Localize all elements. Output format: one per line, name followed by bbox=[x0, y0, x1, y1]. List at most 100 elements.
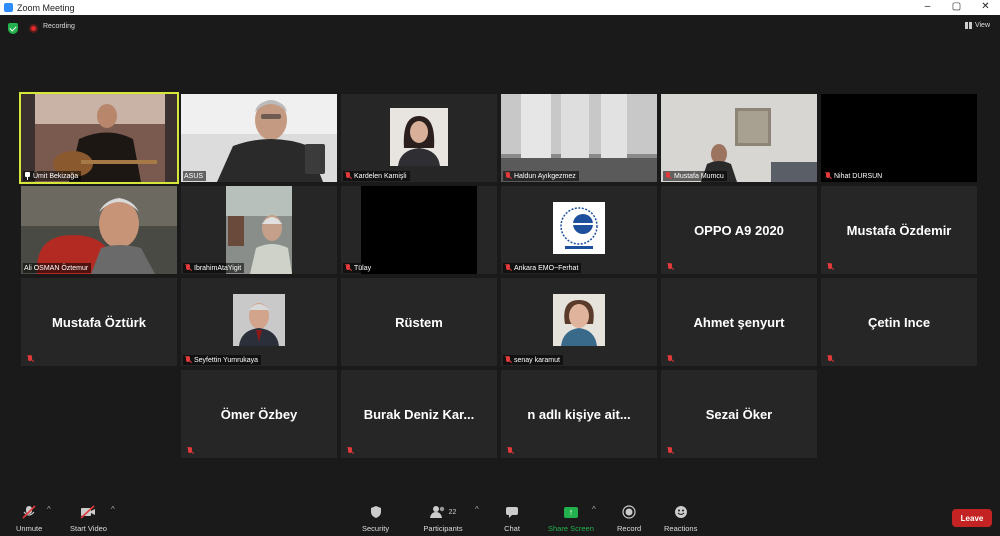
shield-icon bbox=[368, 505, 384, 519]
unmute-button[interactable]: Unmute bbox=[16, 505, 42, 533]
video-tile[interactable]: IbrahimAtaYigit bbox=[181, 186, 337, 274]
video-tile[interactable]: Ahmet şenyurt bbox=[661, 278, 817, 366]
video-feed bbox=[21, 94, 177, 182]
participant-name-label: Mustafa Mumcu bbox=[663, 171, 727, 181]
video-tile[interactable]: n adlı kişiye ait... bbox=[501, 370, 657, 458]
participant-name-label: Tülay bbox=[343, 263, 375, 273]
muted-mic-icon bbox=[506, 447, 514, 455]
video-tile[interactable]: Çetin Ince bbox=[821, 278, 977, 366]
record-label: Record bbox=[617, 524, 642, 533]
video-tile[interactable]: Haldun Ayıkgezmez bbox=[501, 94, 657, 182]
muted-mic-icon bbox=[184, 264, 192, 272]
security-button[interactable]: Security bbox=[362, 505, 389, 533]
participant-name-label: ASUS bbox=[183, 171, 207, 181]
video-tile[interactable]: Kardelen Kamişli bbox=[341, 94, 497, 182]
reactions-label: Reactions bbox=[664, 524, 698, 533]
unmute-label: Unmute bbox=[16, 524, 43, 533]
recording-icon bbox=[29, 24, 38, 33]
video-tile[interactable]: Mustafa Özdemir bbox=[821, 186, 977, 274]
video-tile[interactable]: Burak Deniz Kar... bbox=[341, 370, 497, 458]
muted-mic-icon bbox=[666, 447, 674, 455]
participant-display-name: Rüstem bbox=[395, 314, 443, 330]
security-label: Security bbox=[362, 524, 390, 533]
video-tile[interactable]: senay karamut bbox=[501, 278, 657, 366]
share-screen-icon: ↑ bbox=[563, 505, 579, 519]
start-video-label: Start Video bbox=[70, 524, 107, 533]
muted-mic-icon bbox=[504, 264, 512, 272]
participants-count: 22 bbox=[448, 508, 457, 516]
chat-icon bbox=[504, 505, 520, 519]
minimize-button[interactable]: – bbox=[913, 0, 942, 15]
muted-mic-icon bbox=[344, 172, 352, 180]
security-shield-icon[interactable] bbox=[8, 23, 18, 34]
emo-logo bbox=[553, 202, 605, 254]
share-options-caret[interactable]: ^ bbox=[592, 505, 596, 514]
start-video-button[interactable]: Start Video bbox=[70, 505, 107, 533]
participants-options-caret[interactable]: ^ bbox=[475, 505, 479, 514]
video-tile[interactable]: Sezai Öker bbox=[661, 370, 817, 458]
participant-name-label: Ümit Bekizağa bbox=[23, 171, 82, 181]
participant-display-name: Mustafa Özdemir bbox=[846, 222, 952, 238]
profile-photo bbox=[233, 294, 285, 346]
participant-name-label: Seyfettin Yumrukaya bbox=[183, 355, 262, 365]
muted-mic-icon bbox=[504, 356, 512, 364]
leave-button[interactable]: Leave bbox=[952, 509, 992, 527]
muted-mic-icon bbox=[824, 172, 832, 180]
participant-name-label: senay karamut bbox=[503, 355, 563, 365]
participant-name: Tülay bbox=[354, 264, 372, 272]
participant-name-label: IbrahimAtaYigit bbox=[183, 263, 245, 273]
video-tile[interactable]: Ömer Özbey bbox=[181, 370, 337, 458]
video-feed bbox=[181, 94, 337, 182]
chat-button[interactable]: Chat bbox=[504, 505, 520, 533]
participant-display-name: Burak Deniz Kar... bbox=[363, 406, 475, 422]
zoom-logo-icon bbox=[4, 3, 13, 12]
participant-display-name: OPPO A9 2020 bbox=[694, 222, 784, 238]
muted-mic-icon bbox=[186, 447, 194, 455]
video-tile[interactable]: Rüstem bbox=[341, 278, 497, 366]
reactions-button[interactable]: Reactions bbox=[664, 505, 697, 533]
record-icon bbox=[621, 505, 637, 519]
video-tile[interactable]: Tülay bbox=[341, 186, 497, 274]
grid-view-icon bbox=[964, 22, 972, 29]
participant-display-name: Mustafa Öztürk bbox=[52, 314, 146, 330]
participant-display-name: n adlı kişiye ait... bbox=[527, 406, 631, 422]
maximize-button[interactable]: ▢ bbox=[942, 0, 971, 15]
video-tile[interactable]: Ümit Bekizağa bbox=[19, 92, 179, 184]
video-tile[interactable]: Ali OSMAN Öztemur bbox=[21, 186, 177, 274]
video-tile[interactable]: Mustafa Öztürk bbox=[21, 278, 177, 366]
meeting-topbar: Recording View bbox=[0, 15, 1000, 41]
video-tile[interactable]: OPPO A9 2020 bbox=[661, 186, 817, 274]
muted-mic-icon bbox=[666, 355, 674, 363]
muted-mic-icon bbox=[666, 263, 674, 271]
participant-name: Kardelen Kamişli bbox=[354, 172, 407, 180]
video-off-icon bbox=[80, 505, 96, 519]
participant-name-label: Nihat DURSUN bbox=[823, 171, 886, 181]
video-tile[interactable]: Nihat DURSUN bbox=[821, 94, 977, 182]
share-screen-button[interactable]: ↑ Share Screen bbox=[548, 505, 594, 533]
participant-name-label: Kardelen Kamişli bbox=[343, 171, 410, 181]
meeting-toolbar: Unmute ^ Start Video ^ Security 22 Parti… bbox=[0, 496, 1000, 536]
video-options-caret[interactable]: ^ bbox=[111, 505, 115, 514]
participants-button[interactable]: 22 Participants bbox=[423, 505, 463, 533]
audio-options-caret[interactable]: ^ bbox=[47, 505, 51, 514]
record-button[interactable]: Record bbox=[617, 505, 641, 533]
video-tile[interactable]: ASUS bbox=[181, 94, 337, 182]
view-button[interactable]: View bbox=[964, 22, 990, 29]
video-tile[interactable]: Ankara EMO~Ferhat bbox=[501, 186, 657, 274]
video-tile[interactable]: Mustafa Mumcu bbox=[661, 94, 817, 182]
recording-label: Recording bbox=[43, 23, 75, 30]
muted-mic-icon bbox=[826, 263, 834, 271]
close-button[interactable]: ✕ bbox=[971, 0, 1000, 15]
participants-label: Participants bbox=[423, 524, 463, 533]
participant-name: senay karamut bbox=[514, 356, 560, 364]
window-title: Zoom Meeting bbox=[17, 2, 75, 13]
participant-name: Mustafa Mumcu bbox=[674, 172, 724, 180]
participant-name: ASUS bbox=[184, 172, 204, 180]
participant-name-label: Haldun Ayıkgezmez bbox=[503, 171, 579, 181]
profile-photo bbox=[390, 108, 448, 166]
participant-name: Nihat DURSUN bbox=[834, 172, 883, 180]
video-tile[interactable]: Seyfettin Yumrukaya bbox=[181, 278, 337, 366]
video-feed bbox=[361, 186, 477, 274]
share-screen-label: Share Screen bbox=[548, 524, 594, 533]
muted-mic-icon bbox=[344, 264, 352, 272]
